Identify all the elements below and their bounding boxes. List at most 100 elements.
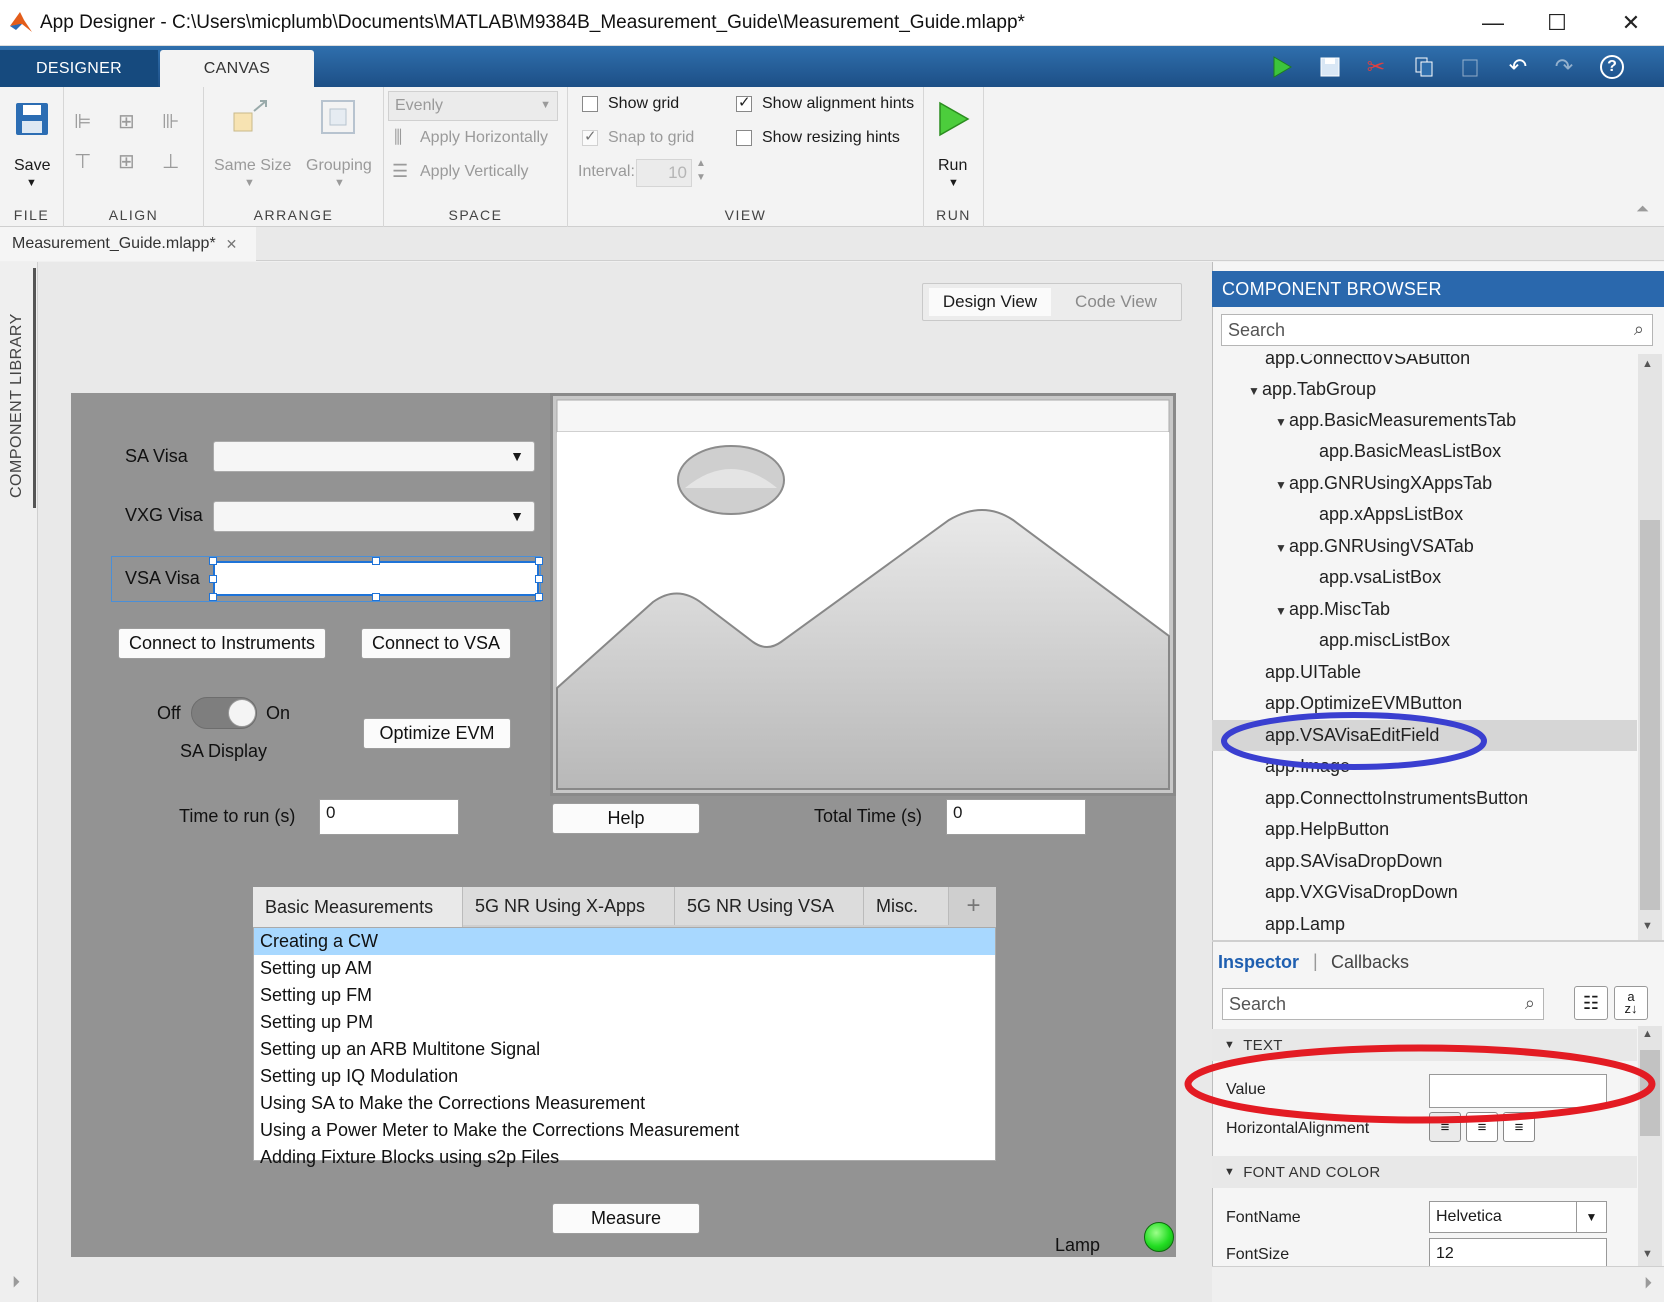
resize-handle[interactable]: [372, 593, 380, 601]
time-to-run-field[interactable]: 0: [319, 799, 459, 835]
resize-handle[interactable]: [209, 593, 217, 601]
same-size-icon[interactable]: [232, 99, 272, 140]
close-icon[interactable]: ✕: [226, 236, 238, 253]
tab-5g-nr-vsa[interactable]: 5G NR Using VSA: [675, 887, 864, 925]
component-search-input[interactable]: Search ⌕: [1221, 314, 1653, 346]
chevron-down-icon[interactable]: ▼: [26, 177, 37, 189]
help-button[interactable]: Help: [552, 803, 700, 834]
list-item[interactable]: Setting up PM: [254, 1009, 995, 1036]
align-bottom-icon[interactable]: ⊥: [162, 149, 179, 174]
switch-knob[interactable]: [228, 699, 256, 727]
sort-alphabetical-icon[interactable]: a z↓: [1614, 986, 1648, 1020]
connect-to-vsa-button[interactable]: Connect to VSA: [361, 628, 511, 659]
run-button[interactable]: Run: [938, 157, 967, 175]
component-library-tab[interactable]: COMPONENT LIBRARY: [2, 268, 36, 508]
paste-icon[interactable]: [1452, 50, 1488, 84]
copy-icon[interactable]: [1406, 50, 1442, 84]
same-size-button[interactable]: Same Size: [214, 157, 291, 175]
tab-designer[interactable]: DESIGNER: [0, 50, 158, 87]
tab-basic-measurements[interactable]: Basic Measurements: [253, 887, 463, 927]
tab-inspector[interactable]: Inspector: [1218, 952, 1299, 973]
fontname-select[interactable]: Helvetica ▼: [1429, 1201, 1607, 1233]
chevron-down-icon[interactable]: ▼: [1275, 407, 1289, 438]
minimize-button[interactable]: —: [1462, 0, 1524, 46]
save-icon[interactable]: [14, 101, 50, 137]
save-button[interactable]: Save: [14, 157, 50, 175]
snap-to-grid-checkbox[interactable]: Snap to grid: [582, 127, 694, 147]
inspector-search-input[interactable]: Search ⌕: [1222, 988, 1544, 1020]
chevron-down-icon[interactable]: ▼: [1224, 1166, 1235, 1178]
resize-handle[interactable]: [372, 557, 380, 565]
collapse-ribbon-icon[interactable]: ⏶: [1636, 201, 1649, 219]
show-resizing-hints-check[interactable]: [736, 130, 752, 146]
scroll-up-icon[interactable]: ▲: [1642, 358, 1653, 370]
tree-scrollbar[interactable]: ▲ ▼: [1638, 354, 1662, 940]
design-view-button[interactable]: Design View: [929, 288, 1051, 316]
tree-item[interactable]: app.VXGVisaDropDown: [1212, 877, 1637, 908]
fontsize-input[interactable]: 12: [1429, 1238, 1607, 1266]
tree-item[interactable]: app.miscListBox: [1212, 625, 1637, 656]
document-tab[interactable]: Measurement_Guide.mlapp* ✕: [0, 227, 256, 261]
tree-item[interactable]: ▼ app.BasicMeasurementsTab: [1212, 405, 1637, 436]
chevron-down-icon[interactable]: ▼: [334, 177, 345, 189]
help-icon[interactable]: ?: [1594, 50, 1630, 84]
show-alignment-hints-checkbox[interactable]: Show alignment hints: [736, 93, 914, 113]
collapse-panel-icon[interactable]: ⏵: [1644, 1275, 1652, 1293]
save-icon[interactable]: [1312, 50, 1348, 84]
align-left-icon[interactable]: ⊫: [74, 109, 91, 134]
expand-panel-icon[interactable]: ⏵: [12, 1274, 20, 1292]
spacing-select[interactable]: Evenly ▼: [388, 91, 558, 121]
list-item[interactable]: Setting up AM: [254, 955, 995, 982]
vsa-visa-edit-field[interactable]: [213, 561, 539, 596]
list-item[interactable]: Adding Fixture Blocks using s2p Files: [254, 1144, 995, 1171]
list-item[interactable]: Setting up FM: [254, 982, 995, 1009]
scrollbar-thumb[interactable]: [1640, 520, 1660, 910]
resize-handle[interactable]: [535, 557, 543, 565]
align-middle-icon[interactable]: ⊞: [118, 149, 135, 174]
apply-horizontally-button[interactable]: Apply Horizontally: [420, 129, 548, 147]
resize-handle[interactable]: [535, 593, 543, 601]
run-icon[interactable]: [936, 101, 970, 142]
snap-to-grid-check[interactable]: [582, 127, 598, 146]
total-time-field[interactable]: 0: [946, 799, 1086, 835]
tree-item[interactable]: app.xAppsListBox: [1212, 499, 1637, 530]
tree-item[interactable]: app.UITable: [1212, 657, 1637, 688]
chevron-down-icon[interactable]: ▼: [244, 177, 255, 189]
lamp-indicator[interactable]: [1144, 1222, 1174, 1252]
scroll-up-icon[interactable]: ▲: [1642, 1028, 1653, 1040]
list-item[interactable]: Using SA to Make the Corrections Measure…: [254, 1090, 995, 1117]
align-right-icon[interactable]: ⊪: [162, 109, 179, 134]
tree-item[interactable]: ▼ app.GNRUsingVSATab: [1212, 531, 1637, 562]
resize-handle[interactable]: [535, 575, 543, 583]
tab-misc[interactable]: Misc.: [864, 887, 949, 925]
cut-icon[interactable]: ✂: [1358, 50, 1394, 84]
chevron-down-icon[interactable]: ▼: [1275, 533, 1289, 564]
tree-item[interactable]: ▼ app.GNRUsingXAppsTab: [1212, 468, 1637, 499]
basic-meas-listbox[interactable]: Creating a CW Setting up AM Setting up F…: [253, 927, 996, 1167]
spinner-arrows-icon[interactable]: ▲ ▼: [696, 157, 706, 185]
code-view-button[interactable]: Code View: [1055, 288, 1177, 316]
section-font-header[interactable]: ▼ FONT AND COLOR: [1212, 1156, 1637, 1188]
chevron-down-icon[interactable]: ▼: [1576, 1202, 1606, 1232]
image-component[interactable]: [550, 393, 1176, 796]
maximize-button[interactable]: ☐: [1526, 0, 1588, 46]
interval-input[interactable]: 10: [636, 159, 692, 187]
grouping-button[interactable]: Grouping: [306, 157, 372, 175]
sa-display-switch[interactable]: [191, 697, 257, 729]
align-top-icon[interactable]: ⊤: [74, 149, 91, 174]
tree-item[interactable]: app.Lamp: [1212, 909, 1637, 940]
show-grid-check[interactable]: [582, 96, 598, 112]
tab-5g-nr-x-apps[interactable]: 5G NR Using X-Apps: [463, 887, 675, 925]
optimize-evm-button[interactable]: Optimize EVM: [363, 718, 511, 749]
chevron-down-icon[interactable]: ▼: [1275, 470, 1289, 501]
tree-item[interactable]: ▼ app.TabGroup: [1212, 374, 1637, 405]
list-item[interactable]: Creating a CW: [254, 928, 995, 955]
list-item[interactable]: Setting up an ARB Multitone Signal: [254, 1036, 995, 1063]
run-icon[interactable]: [1264, 50, 1300, 84]
tab-canvas[interactable]: CANVAS: [160, 50, 314, 87]
measure-button[interactable]: Measure: [552, 1203, 700, 1234]
grouping-icon[interactable]: [320, 99, 356, 140]
align-center-icon[interactable]: ⊞: [118, 109, 135, 134]
tab-callbacks[interactable]: Callbacks: [1331, 952, 1409, 973]
chevron-down-icon[interactable]: ▼: [1275, 596, 1289, 627]
